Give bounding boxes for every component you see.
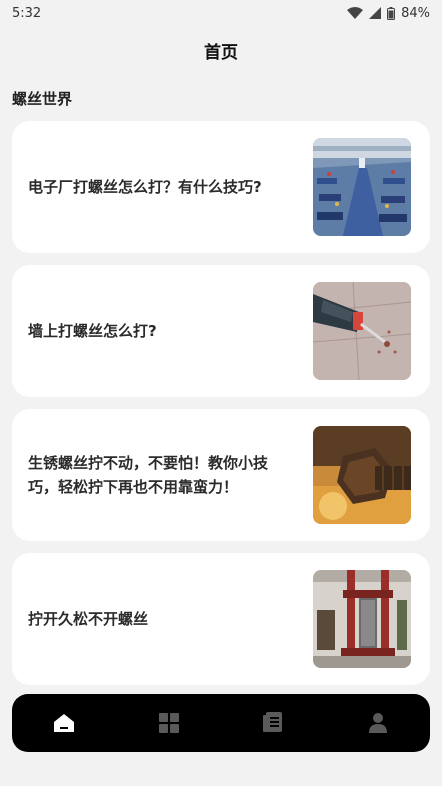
nav-documents[interactable] bbox=[243, 694, 303, 752]
cellular-signal-icon bbox=[369, 7, 382, 19]
battery-level: 84% bbox=[401, 5, 430, 21]
document-icon bbox=[263, 712, 283, 734]
power-drill-photo bbox=[313, 282, 411, 380]
article-title: 生锈螺丝拧不动，不要怕！教你小技巧，轻松拧下再也不用靠蛮力！ bbox=[28, 454, 269, 496]
home-icon bbox=[53, 713, 75, 733]
factory-floor-photo bbox=[313, 138, 411, 236]
nav-profile[interactable] bbox=[348, 694, 408, 752]
article-title: 电子厂打螺丝怎么打？有什么技巧? bbox=[28, 178, 262, 196]
article-card[interactable]: 电子厂打螺丝怎么打？有什么技巧? bbox=[12, 121, 430, 253]
article-title: 拧开久松不开螺丝 bbox=[28, 610, 149, 628]
press-machine-photo bbox=[313, 570, 411, 668]
status-time: 5:32 bbox=[12, 5, 42, 21]
article-list: 电子厂打螺丝怎么打？有什么技巧? 墙上打螺丝怎么打? 生锈螺丝拧不动，不要怕！教… bbox=[12, 121, 430, 697]
nav-categories[interactable] bbox=[139, 694, 199, 752]
article-card[interactable]: 生锈螺丝拧不动，不要怕！教你小技巧，轻松拧下再也不用靠蛮力！ bbox=[12, 409, 430, 541]
rusty-bolt-photo bbox=[313, 426, 411, 524]
status-bar: 5:32 84% bbox=[0, 0, 442, 26]
article-card[interactable]: 拧开久松不开螺丝 bbox=[12, 553, 430, 685]
page-title: 首页 bbox=[204, 43, 238, 63]
status-icons: 84% bbox=[347, 6, 430, 21]
article-card[interactable]: 墙上打螺丝怎么打? bbox=[12, 265, 430, 397]
wifi-icon bbox=[347, 7, 364, 19]
battery-icon bbox=[387, 6, 396, 20]
section-title: 螺丝世界 bbox=[12, 90, 73, 108]
bottom-nav bbox=[12, 694, 430, 752]
nav-home[interactable] bbox=[34, 694, 94, 752]
article-title: 墙上打螺丝怎么打? bbox=[28, 322, 157, 340]
profile-icon bbox=[368, 713, 387, 733]
grid-icon bbox=[158, 713, 179, 733]
